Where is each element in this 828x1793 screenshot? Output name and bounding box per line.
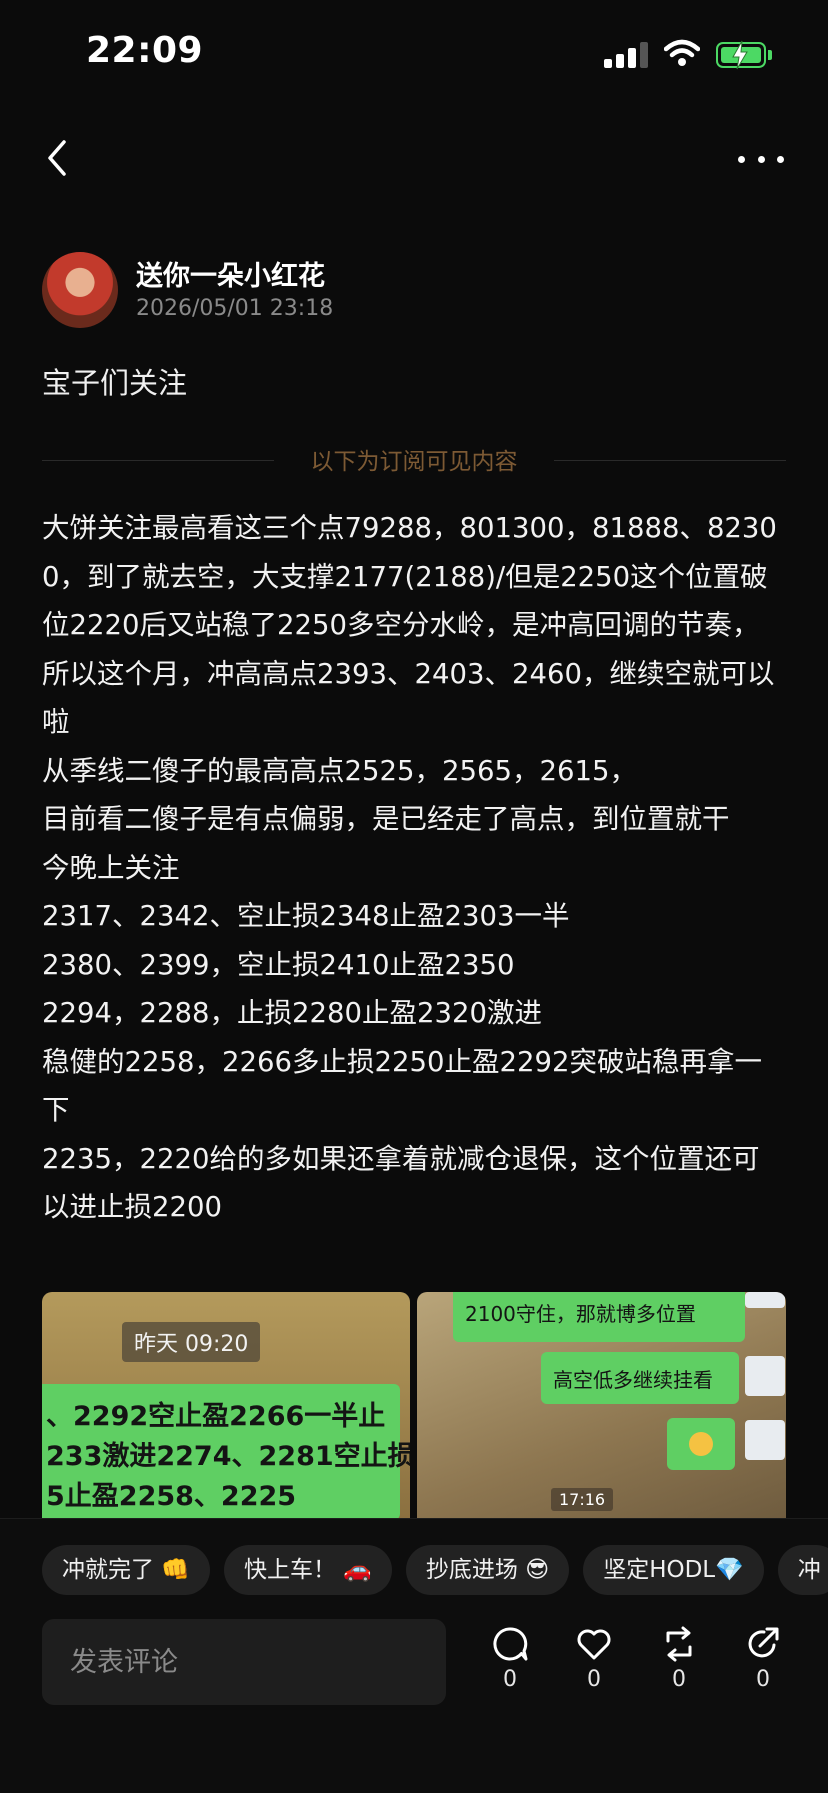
repost-icon xyxy=(666,1626,692,1662)
subscription-divider: 以下为订阅可见内容 xyxy=(42,440,786,480)
status-bar: 22:09 xyxy=(0,0,828,110)
chat-bubble-text: 高空低多继续挂看 xyxy=(553,1368,713,1392)
subscription-divider-label: 以下为订阅可见内容 xyxy=(310,449,518,475)
bottom-bar: 冲就完了 👊 快上车！ 🚗 抄底进场 😎 坚定HODL💎 冲 0 0 0 0 xyxy=(0,1518,828,1793)
back-icon[interactable] xyxy=(40,136,80,180)
like-count: 0 xyxy=(587,1667,601,1692)
cellular-signal-icon xyxy=(604,42,648,68)
author-name[interactable]: 送你一朵小红花 xyxy=(136,254,325,293)
chat-avatar xyxy=(745,1420,785,1460)
post-image-1[interactable]: 昨天 09:20 、2292空止盈2266一半止 233激进2274、2281空… xyxy=(42,1292,410,1518)
like-button[interactable]: 0 xyxy=(564,1625,624,1705)
chat-avatar xyxy=(745,1292,785,1308)
video-time: 17:16 xyxy=(551,1488,614,1511)
repost-button[interactable]: 0 xyxy=(649,1625,709,1705)
chat-bubble-line: 5止盈2258、2225 xyxy=(46,1481,297,1512)
post-timestamp: 2026/05/01 23:18 xyxy=(136,296,334,321)
post-line: 今晚上关注 xyxy=(42,851,180,884)
share-icon xyxy=(748,1627,779,1658)
chat-bubble-line: 、2292空止盈2266一半止 xyxy=(46,1401,386,1432)
comment-button[interactable]: 0 xyxy=(480,1625,540,1705)
post-line: 目前看二傻子是有点偏弱，是已经走了高点，到位置就干 xyxy=(42,803,730,835)
nav-bar xyxy=(0,130,828,190)
share-count: 0 xyxy=(756,1667,770,1692)
post-line: 2317、2342、空止损2348止盈2303一半 xyxy=(42,900,570,932)
comment-count: 0 xyxy=(503,1667,517,1692)
chat-avatar xyxy=(745,1356,785,1396)
author-avatar[interactable] xyxy=(42,252,118,328)
reaction-chip[interactable]: 冲就完了 👊 xyxy=(42,1545,210,1595)
comment-icon xyxy=(493,1627,528,1661)
heart-icon xyxy=(577,1629,611,1660)
reaction-chip[interactable]: 冲 xyxy=(777,1545,828,1595)
post-intro: 宝子们关注 xyxy=(42,366,188,400)
reaction-chip[interactable]: 快上车！ 🚗 xyxy=(223,1545,392,1595)
repost-count: 0 xyxy=(672,1667,686,1692)
reaction-chip[interactable]: 坚定HODL💎 xyxy=(583,1545,764,1595)
post-line: 2294，2288，止损2280止盈2320激进 xyxy=(42,997,542,1029)
wifi-icon xyxy=(664,39,700,66)
post-line: 2235，2220给的多如果还拿着就减仓退保，这个位置还可以进止损2200 xyxy=(42,1142,760,1224)
charging-bolt-icon xyxy=(732,40,748,70)
comment-input[interactable] xyxy=(42,1619,446,1705)
battery-cap xyxy=(768,50,772,60)
post-line: 2380、2399，空止损2410止盈2350 xyxy=(42,948,515,981)
quick-reactions: 冲就完了 👊 快上车！ 🚗 抄底进场 😎 坚定HODL💎 冲 xyxy=(42,1545,828,1597)
chat-bubble: 、2292空止盈2266一半止 233激进2274、2281空止损 5止盈225… xyxy=(42,1384,410,1518)
post-line: 大饼关注最高看这三个点79288，801300，81888、82300，到了就去… xyxy=(42,512,777,738)
post-content: 大饼关注最高看这三个点79288，801300，81888、82300，到了就去… xyxy=(42,504,786,1232)
more-options-icon[interactable] xyxy=(738,144,784,174)
post-author: 送你一朵小红花 2026/05/01 23:18 xyxy=(42,252,782,332)
post-image-2[interactable]: 2100守住，那就博多位置 高空低多继续挂看 17:16 xyxy=(417,1292,786,1518)
chat-bubble-text: 2100守住，那就博多位置 xyxy=(465,1302,696,1326)
status-time: 22:09 xyxy=(86,30,204,71)
chat-bubble: 2100守住，那就博多位置 xyxy=(453,1292,745,1342)
chat-bubble xyxy=(667,1418,735,1470)
chat-timestamp: 昨天 09:20 xyxy=(122,1322,261,1362)
post-images: 昨天 09:20 、2292空止盈2266一半止 233激进2274、2281空… xyxy=(42,1292,786,1518)
emoji-icon xyxy=(689,1432,713,1456)
chat-bubble: 高空低多继续挂看 xyxy=(541,1352,739,1404)
post-line: 从季线二傻子的最高高点2525，2565，2615， xyxy=(42,754,637,787)
post-line: 稳健的2258，2266多止损2250止盈2292突破站稳再拿一下 xyxy=(42,1045,762,1127)
reaction-chip[interactable]: 抄底进场 😎 xyxy=(405,1545,570,1595)
chat-bubble-line: 233激进2274、2281空止损 xyxy=(46,1441,410,1472)
share-button[interactable]: 0 xyxy=(733,1625,793,1705)
